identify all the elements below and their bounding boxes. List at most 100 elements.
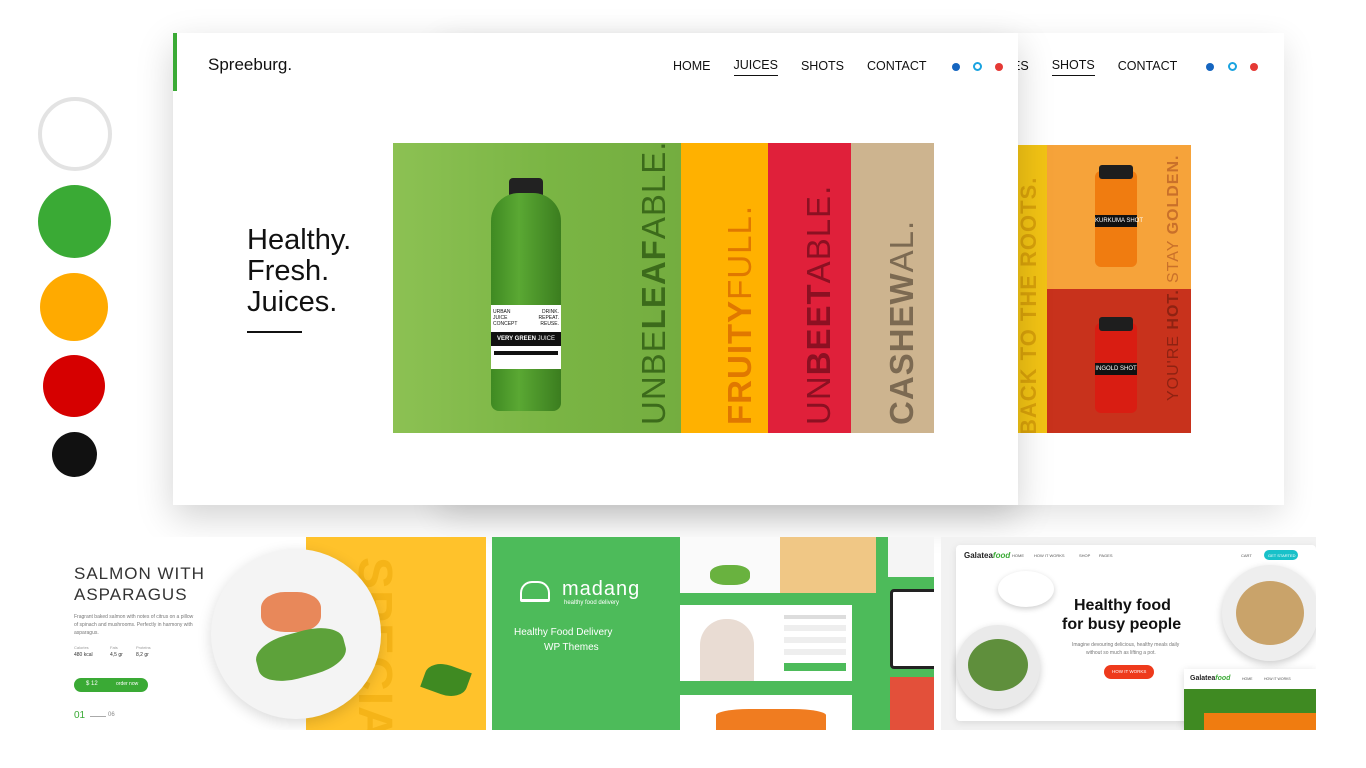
madang-screen-4 <box>888 537 934 577</box>
salmon <box>261 592 321 632</box>
galatea-desc-2: without so much as lifting a pot. <box>1086 650 1156 656</box>
social-icons <box>1196 60 1259 74</box>
galatea-button[interactable]: HOW IT WORKS <box>1104 665 1154 679</box>
madang-tablet <box>890 589 934 669</box>
galatea-nav-how[interactable]: HOW IT WORKS <box>1034 553 1065 558</box>
instagram-icon[interactable] <box>973 62 982 71</box>
bowl-2-food <box>968 639 1028 691</box>
dish-desc-1: Fragrant baked salmon with notes of citr… <box>74 614 194 620</box>
instagram-icon[interactable] <box>1227 62 1237 71</box>
stat-value: 4,5 gr <box>110 652 123 658</box>
pinterest-icon[interactable] <box>995 63 1004 71</box>
stat-value: 8,2 gr <box>136 652 149 658</box>
panel-beet-text: UNBEETABLE. <box>800 184 837 425</box>
madang-logo: madang <box>562 578 641 600</box>
galatea-headline-2: for busy people <box>1062 616 1182 633</box>
jar-label-1: KURKUMA SHOT <box>1095 215 1143 227</box>
nav-item-home[interactable]: HOME <box>673 59 711 76</box>
roots-text: BACK TO THE ROOTS. <box>1018 176 1041 433</box>
dish-title-2: ASPARAGUS <box>74 585 188 604</box>
jar-label-2: INGOLD SHOT <box>1095 363 1137 375</box>
roots-panel: BACK TO THE ROOTS. <box>1018 145 1048 433</box>
madang-screen-2 <box>680 605 852 681</box>
page-total: 06 <box>108 712 115 718</box>
hero-line-1: Healthy. <box>247 224 352 256</box>
stat-label: Fats <box>110 645 118 650</box>
galatea-nav-how-2[interactable]: HOW IT WORKS <box>1264 677 1291 681</box>
galatea-nav-shop[interactable]: SHOP <box>1079 553 1090 558</box>
madang-photo <box>890 677 934 730</box>
dish-title-1: SALMON WITH <box>74 564 205 583</box>
thumb-salmon[interactable]: SPECIA SALMON WITH ASPARAGUS Fragrant ba… <box>56 537 486 730</box>
galatea-logo: Galateafood <box>964 551 1011 560</box>
hot-panel: INGOLD SHOT YOU'RE HOT. <box>1047 289 1191 433</box>
panel-fruity-text: FRUITYFULL. <box>721 204 758 425</box>
golden-text: STAY GOLDEN. <box>1165 154 1182 283</box>
madang-screen-1 <box>680 537 876 593</box>
swatch-orange <box>40 273 108 341</box>
kurkuma-jar: KURKUMA SHOT <box>1095 165 1143 267</box>
panel-beet[interactable]: UNBEETABLE. <box>768 143 851 433</box>
hero-divider <box>247 331 302 333</box>
nav-item-shots[interactable]: SHOTS <box>801 59 844 76</box>
hot-text: YOU'RE HOT. <box>1165 289 1182 401</box>
back-nav: ES SHOTS CONTACT <box>1012 58 1259 76</box>
hero-headline: Healthy. Fresh. Juices. <box>247 225 351 318</box>
thumb-madang[interactable]: madang healthy food delivery Healthy Foo… <box>492 537 934 730</box>
nav-item-contact[interactable]: CONTACT <box>1118 59 1178 76</box>
facebook-icon[interactable] <box>1206 63 1215 71</box>
thumb-galatea[interactable]: Galateafood HOME HOW IT WORKS SHOP PAGES… <box>941 537 1316 730</box>
brand-logo[interactable]: Spreeburg. <box>208 55 292 75</box>
nav-item-shots[interactable]: SHOTS <box>1051 58 1095 76</box>
swatch-light-gray <box>38 97 112 171</box>
panel-cashew[interactable]: CASHEWAL. <box>851 143 934 433</box>
leaf-icon <box>420 658 472 702</box>
stat-label: Proteins <box>136 645 151 650</box>
stat-label: Calories <box>74 645 89 650</box>
galatea-headline-1: Healthy food <box>1074 597 1171 614</box>
pinterest-icon[interactable] <box>1250 63 1259 71</box>
juice-bottle: URBAN JUICE CONCEPT DRINK. REPEAT. REUSE… <box>491 193 561 411</box>
page-current: 01 <box>74 710 86 721</box>
nav-item-contact[interactable]: CONTACT <box>867 59 927 76</box>
front-nav: HOME JUICES SHOTS CONTACT <box>673 58 1004 76</box>
galatea-cta-top[interactable]: GET STARTED <box>1264 550 1298 560</box>
galatea-window-2: Galateafood HOME HOW IT WORKS <box>1184 669 1316 730</box>
madang-sub: healthy food delivery <box>564 600 620 606</box>
ingold-jar: INGOLD SHOT <box>1095 317 1137 413</box>
golden-panel: KURKUMA SHOT STAY GOLDEN. <box>1047 145 1191 289</box>
order-button[interactable]: $ 12 order now <box>74 678 148 692</box>
madang-line-1: Healthy Food Delivery <box>514 627 613 638</box>
galatea-cart[interactable]: CART <box>1241 553 1252 558</box>
facebook-icon[interactable] <box>951 63 960 71</box>
social-icons <box>942 60 1004 74</box>
hero-line-2: Fresh. <box>247 255 330 287</box>
galatea-nav-pages[interactable]: PAGES <box>1099 553 1113 558</box>
juices-page-preview: Spreeburg. HOME JUICES SHOTS CONTACT Hea… <box>173 33 1018 505</box>
galatea-logo-2: Galateafood <box>1190 675 1231 682</box>
madang-screen-3 <box>680 695 852 730</box>
panel-leaf-text: UNBELEAFABLE. <box>635 143 672 425</box>
delivery-icon <box>520 581 550 602</box>
bowl-3-food <box>1236 581 1304 645</box>
bowl-1 <box>998 571 1054 607</box>
nav-item-juices[interactable]: JUICES <box>733 58 778 76</box>
madang-line-2: WP Themes <box>544 642 599 653</box>
swatch-green <box>38 185 111 258</box>
panel-fruity[interactable]: FRUITYFULL. <box>681 143 768 433</box>
dish-desc-2: of spinach and mushrooms. Perfectly in h… <box>74 622 193 628</box>
pager-line <box>90 716 106 717</box>
label-band: VERY GREEN JUICE <box>491 332 561 346</box>
stat-value: 480 kcal <box>74 652 93 658</box>
galatea-nav-home-2[interactable]: HOME <box>1242 677 1253 681</box>
hero-line-3: Juices. <box>247 286 338 318</box>
panel-cashew-text: CASHEWAL. <box>883 219 920 425</box>
accent-bar <box>173 33 177 91</box>
swatch-black <box>52 432 97 477</box>
swatch-red <box>43 355 105 417</box>
galatea-desc-1: Imagine devouring delicious, healthy mea… <box>1072 642 1180 648</box>
galatea-nav-home[interactable]: HOME <box>1012 553 1024 558</box>
panel-leaf[interactable]: URBAN JUICE CONCEPT DRINK. REPEAT. REUSE… <box>393 143 681 433</box>
dish-desc-3: asparagus. <box>74 630 99 636</box>
bottle-label: URBAN JUICE CONCEPT DRINK. REPEAT. REUSE… <box>491 305 561 369</box>
